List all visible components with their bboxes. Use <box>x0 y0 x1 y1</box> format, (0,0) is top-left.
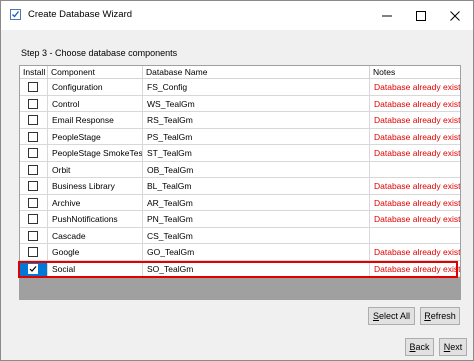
header-install[interactable]: Install <box>20 66 48 79</box>
header-notes[interactable]: Notes <box>370 66 460 79</box>
table-row[interactable]: Control WS_TealGm Database already exists <box>20 95 460 112</box>
install-checkbox[interactable] <box>28 131 38 142</box>
install-checkbox[interactable] <box>28 164 38 175</box>
database-name-cell[interactable]: WS_TealGm <box>143 95 370 112</box>
notes-cell: Database already exists <box>374 148 460 158</box>
install-checkbox[interactable] <box>28 214 38 224</box>
database-name-cell[interactable]: SO_TealGm <box>143 260 370 277</box>
component-cell[interactable]: PeopleStage SmokeTest <box>48 145 143 161</box>
checkbox-app-icon <box>10 9 21 20</box>
install-cell <box>20 79 48 95</box>
database-name-cell[interactable]: PN_TealGm <box>143 211 370 227</box>
window-title: Create Database Wizard <box>28 9 133 20</box>
install-cell <box>20 178 48 194</box>
wizard-window: Create Database Wizard Step 3 - Choose d… <box>0 0 474 361</box>
back-label: ack <box>415 342 430 352</box>
maximize-button[interactable] <box>404 1 438 30</box>
notes-cell: Database already exists <box>374 263 460 274</box>
component-cell[interactable]: Email Response <box>48 112 143 128</box>
install-checkbox[interactable] <box>28 230 38 241</box>
install-checkbox[interactable] <box>28 263 38 274</box>
install-checkbox[interactable] <box>28 115 38 125</box>
select-all-label: elect All <box>378 311 411 321</box>
notes-cell: Database already exists <box>374 181 460 191</box>
header-database-name[interactable]: Database Name <box>143 66 370 79</box>
install-cell <box>20 128 48 145</box>
notes-cell: Database already exists <box>374 214 460 224</box>
table-row[interactable]: Social SO_TealGm Database already exists <box>20 260 460 277</box>
notes-cell: Database already exists <box>374 115 460 125</box>
install-checkbox[interactable] <box>28 197 38 208</box>
close-button[interactable] <box>438 1 472 30</box>
database-name-cell[interactable]: AR_TealGm <box>143 194 370 211</box>
database-name-cell[interactable]: PS_TealGm <box>143 128 370 145</box>
step-label: Step 3 - Choose database components <box>21 48 178 58</box>
install-checkbox[interactable] <box>28 98 38 109</box>
database-name-cell[interactable]: FS_Config <box>143 79 370 95</box>
notes-cell <box>370 162 460 178</box>
database-name-cell[interactable]: BL_TealGm <box>143 178 370 194</box>
notes-cell: Database already exists <box>374 82 460 92</box>
table-row[interactable]: PeopleStage PS_TealGm Database already exi… <box>20 128 460 145</box>
component-cell[interactable]: Orbit <box>48 161 143 178</box>
install-checkbox[interactable] <box>28 148 38 158</box>
component-cell[interactable]: Configuration <box>48 79 143 95</box>
next-label: ext <box>450 342 463 352</box>
component-cell[interactable]: Social <box>48 260 143 277</box>
components-grid[interactable]: Install Component Database Name Notes Co… <box>19 65 461 300</box>
component-cell[interactable]: PeopleStage <box>48 128 143 145</box>
table-row[interactable]: Archive AR_TealGm Database already exists <box>20 194 460 211</box>
install-cell <box>20 244 48 260</box>
table-row[interactable]: Business Library BL_TealGm Database alread… <box>20 178 460 195</box>
header-component[interactable]: Component <box>48 66 143 79</box>
table-row[interactable]: Orbit OB_TealGm <box>20 161 460 178</box>
component-cell[interactable]: Archive <box>48 194 143 211</box>
database-name-cell[interactable]: OB_TealGm <box>143 161 370 178</box>
back-button[interactable]: Back <box>405 338 434 356</box>
database-name-cell[interactable]: RS_TealGm <box>143 112 370 128</box>
table-row[interactable]: PeopleStage SmokeTest ST_TealGm Database a… <box>20 145 460 162</box>
component-cell[interactable]: Google <box>48 244 143 260</box>
table-row[interactable]: PushNotifications PN_TealGm Database alrea… <box>20 211 460 228</box>
notes-cell: Database already exists <box>374 131 460 142</box>
database-name-cell[interactable]: ST_TealGm <box>143 145 370 161</box>
install-cell <box>20 227 48 244</box>
install-cell <box>20 194 48 211</box>
title-bar[interactable]: Create Database Wizard <box>1 1 473 30</box>
minimize-button[interactable] <box>370 1 404 30</box>
install-cell <box>20 112 48 128</box>
install-checkbox[interactable] <box>28 82 38 92</box>
table-row[interactable]: Email Response RS_TealGm Database already … <box>20 112 460 129</box>
install-checkbox[interactable] <box>28 247 38 257</box>
install-cell <box>20 260 48 277</box>
component-cell[interactable]: Control <box>48 95 143 112</box>
grid-header: Install Component Database Name Notes <box>20 66 460 79</box>
refresh-button[interactable]: Refresh <box>420 307 460 325</box>
install-checkbox[interactable] <box>28 181 38 191</box>
select-all-button[interactable]: Select All <box>368 307 415 325</box>
table-row[interactable]: Google GO_TealGm Database already exists <box>20 244 460 261</box>
component-cell[interactable]: Business Library <box>48 178 143 194</box>
install-cell <box>20 95 48 112</box>
next-button[interactable]: Next <box>439 338 467 356</box>
install-cell <box>20 161 48 178</box>
install-cell <box>20 145 48 161</box>
notes-cell: Database already exists <box>374 197 460 208</box>
install-cell <box>20 211 48 227</box>
notes-cell <box>370 228 460 244</box>
notes-cell: Database already exists <box>374 98 460 109</box>
table-row[interactable]: Cascade CS_TealGm <box>20 227 460 244</box>
component-cell[interactable]: PushNotifications <box>48 211 143 227</box>
database-name-cell[interactable]: GO_TealGm <box>143 244 370 260</box>
notes-cell: Database already exists <box>374 247 460 257</box>
refresh-label: efresh <box>430 311 456 321</box>
table-row[interactable]: Configuration FS_Config Database already e… <box>20 79 460 96</box>
database-name-cell[interactable]: CS_TealGm <box>143 227 370 244</box>
component-cell[interactable]: Cascade <box>48 227 143 244</box>
